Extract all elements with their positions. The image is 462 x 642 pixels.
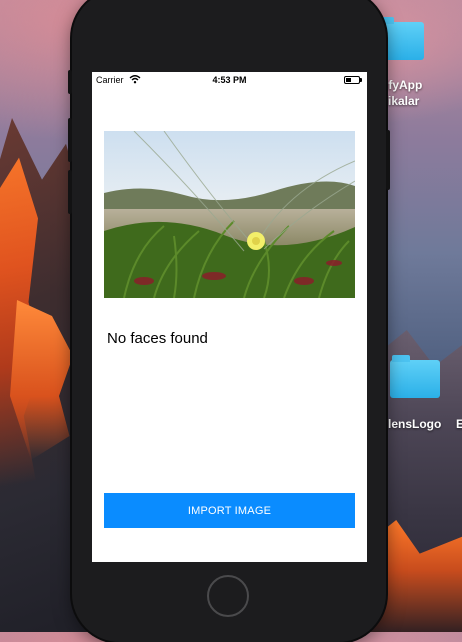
battery-icon xyxy=(344,76,362,84)
selected-photo xyxy=(104,131,355,298)
status-bar: Carrier 4:53 PM xyxy=(92,72,367,88)
desktop-folder-label[interactable]: E xyxy=(456,417,462,431)
desktop-folder-label[interactable]: tifyApp xyxy=(381,78,422,92)
power-button[interactable] xyxy=(386,130,390,190)
desktop-folder-label[interactable]: fikalar xyxy=(384,94,419,108)
folder-icon[interactable] xyxy=(390,355,440,398)
status-time: 4:53 PM xyxy=(212,75,247,85)
home-button[interactable] xyxy=(207,575,249,617)
desktop-folder-label[interactable]: lensLogo xyxy=(388,417,441,431)
face-detection-result: No faces found xyxy=(107,330,208,347)
mute-switch[interactable] xyxy=(68,70,72,94)
volume-up-button[interactable] xyxy=(68,118,72,162)
volume-down-button[interactable] xyxy=(68,170,72,214)
phone-screen: Carrier 4:53 PM No faces found IMPORT IM… xyxy=(92,72,367,562)
import-image-button[interactable]: IMPORT IMAGE xyxy=(104,493,355,528)
